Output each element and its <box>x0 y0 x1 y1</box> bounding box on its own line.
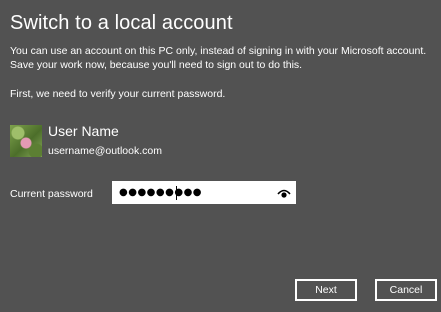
dialog-title: Switch to a local account <box>10 12 233 34</box>
switch-local-account-dialog: Switch to a local account You can use an… <box>0 0 441 312</box>
eye-icon[interactable] <box>277 187 291 199</box>
dialog-description: You can use an account on this PC only, … <box>10 44 440 72</box>
current-password-input[interactable] <box>119 184 269 201</box>
cancel-button[interactable]: Cancel <box>375 279 437 301</box>
avatar <box>10 125 42 157</box>
current-password-field[interactable] <box>112 181 296 204</box>
verify-instruction: First, we need to verify your current pa… <box>10 88 226 100</box>
text-caret <box>176 186 177 200</box>
user-email: username@outlook.com <box>48 145 162 157</box>
next-button[interactable]: Next <box>295 279 357 301</box>
description-line-1: You can use an account on this PC only, … <box>10 45 427 57</box>
description-line-2: Save your work now, because you'll need … <box>10 59 303 71</box>
user-name: User Name <box>48 123 119 139</box>
current-password-label: Current password <box>10 188 93 200</box>
